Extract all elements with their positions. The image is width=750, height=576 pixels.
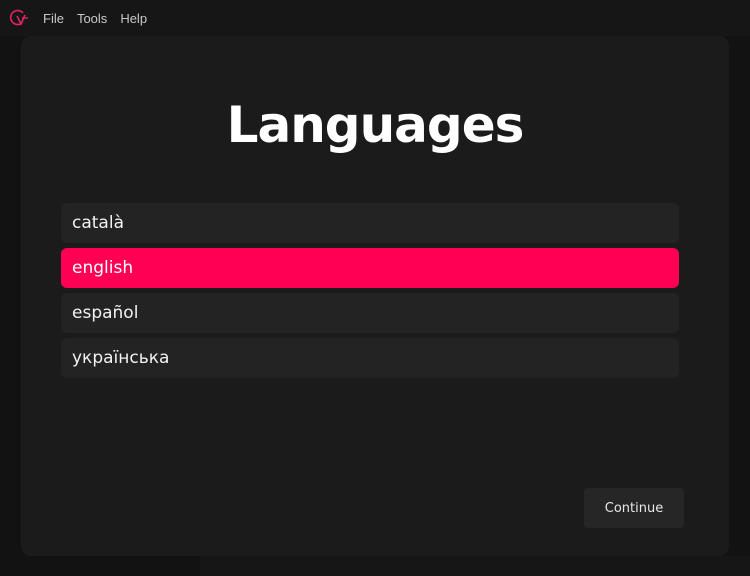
app-logo-icon [8,7,30,29]
language-dialog: Languages català english español українс… [21,36,729,556]
language-option-english[interactable]: english [61,248,679,288]
menu-bar: File Tools Help [0,0,750,36]
language-option-ukrainian[interactable]: українська [61,338,679,378]
menu-help[interactable]: Help [120,11,147,26]
menu-tools[interactable]: Tools [77,11,107,26]
continue-button[interactable]: Continue [584,488,684,528]
dialog-title: Languages [226,96,525,154]
language-option-label: english [72,258,134,278]
language-option-label: español [72,303,139,323]
language-list: català english español українська [61,203,679,383]
language-option-catala[interactable]: català [61,203,679,243]
language-option-label: català [72,213,124,233]
menu-file[interactable]: File [43,11,64,26]
background-strip [200,556,750,576]
language-option-espanol[interactable]: español [61,293,679,333]
language-option-label: українська [72,348,170,368]
